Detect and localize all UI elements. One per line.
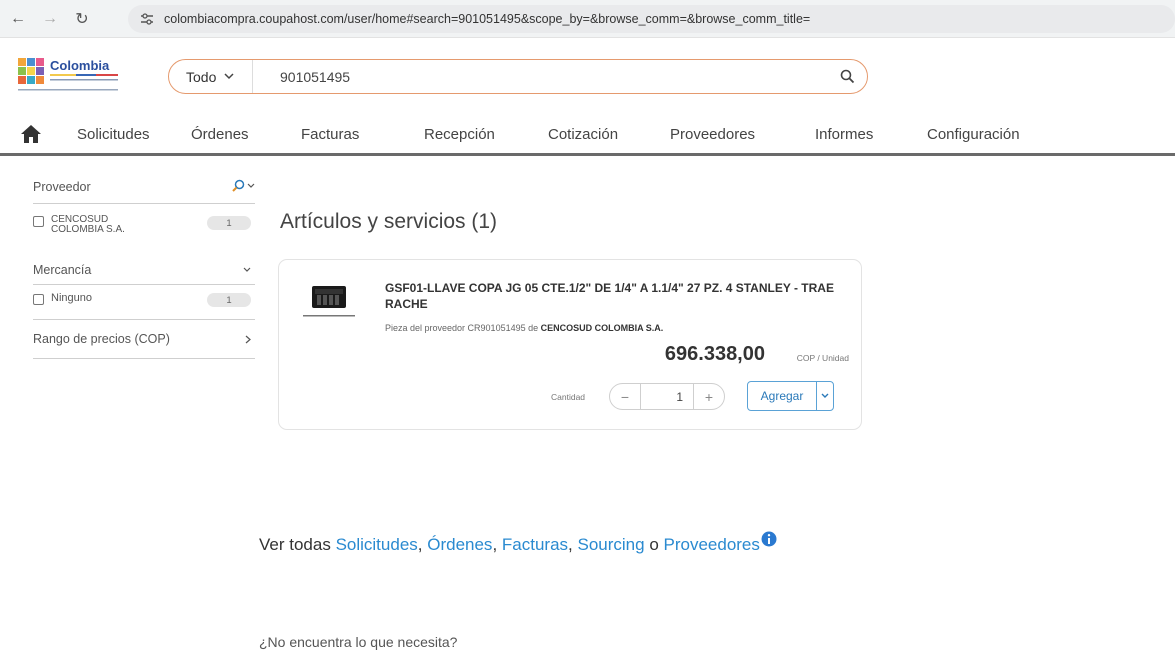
nav-solicitudes[interactable]: Solicitudes	[77, 126, 150, 143]
reload-icon[interactable]: ↻	[68, 5, 96, 33]
results-title: Artículos y servicios (1)	[280, 210, 498, 233]
commodity-filter-option[interactable]: Ninguno 1	[33, 285, 255, 319]
supplier-name: CENCOSUD COLOMBIA S.A.	[540, 323, 664, 333]
commodity-option-label: Ninguno	[51, 292, 92, 304]
nav-cotizacion[interactable]: Cotización	[548, 126, 618, 143]
search-icon[interactable]	[232, 179, 245, 192]
link-sourcing[interactable]: Sourcing	[577, 535, 644, 554]
quantity-label: Cantidad	[551, 392, 586, 402]
see-all-links: Ver todas Solicitudes, Órdenes, Facturas…	[259, 531, 777, 555]
product-image[interactable]	[299, 282, 359, 322]
colombia-compra-logo[interactable]: Colombia	[18, 56, 166, 98]
price-unit: COP / Unidad	[796, 353, 849, 363]
site-settings-icon[interactable]	[138, 10, 156, 28]
supplier-part-text: Pieza del proveedor CR901051495 de	[385, 323, 541, 333]
nav-proveedores[interactable]: Proveedores	[670, 126, 755, 143]
price-range-facet-header[interactable]: Rango de precios (COP)	[33, 319, 255, 359]
commodity-facet-title: Mercancía	[33, 262, 92, 277]
quantity-input[interactable]: 1	[640, 384, 694, 409]
see-all-prefix: Ver todas	[259, 535, 336, 554]
chevron-right-icon	[245, 335, 251, 344]
quantity-stepper: − 1 +	[609, 383, 725, 410]
search-input[interactable]	[253, 60, 827, 93]
main-navigation: Solicitudes Órdenes Facturas Recepción C…	[0, 116, 1175, 156]
browser-toolbar: ← → ↻ colombiacompra.coupahost.com/user/…	[0, 0, 1175, 38]
search-scope-select[interactable]: Todo	[169, 60, 253, 93]
search-scope-label: Todo	[186, 68, 217, 85]
decrement-button[interactable]: −	[610, 384, 640, 409]
app-header: Colombia Todo	[0, 38, 1175, 116]
global-search: Todo	[168, 59, 868, 94]
search-icon[interactable]	[827, 60, 867, 93]
product-card: GSF01-LLAVE COPA JG 05 CTE.1/2" DE 1/4" …	[278, 259, 862, 430]
link-proveedores[interactable]: Proveedores	[664, 535, 760, 554]
filter-sidebar: Proveedor CENCOSUD COLOMBIA S.A. 1 Merca…	[33, 170, 255, 359]
nav-recepcion[interactable]: Recepción	[424, 126, 495, 143]
supplier-filter-option[interactable]: CENCOSUD COLOMBIA S.A. 1	[33, 204, 255, 251]
nav-informes[interactable]: Informes	[815, 126, 873, 143]
commodity-checkbox[interactable]	[33, 294, 44, 305]
back-icon[interactable]: ←	[4, 5, 32, 33]
supplier-checkbox[interactable]	[33, 216, 44, 227]
separator: ,	[492, 535, 502, 554]
add-to-cart-button[interactable]: Agregar	[747, 381, 817, 411]
forward-icon[interactable]: →	[36, 5, 64, 33]
help-text: ¿No encuentra lo que necesita?	[259, 634, 458, 650]
supplier-facet-title: Proveedor	[33, 179, 91, 194]
product-price: 696.338,00	[664, 343, 765, 365]
supplier-count-badge: 1	[207, 216, 251, 230]
chevron-down-icon	[224, 73, 234, 80]
supplier-facet-header[interactable]: Proveedor	[33, 170, 255, 204]
nav-facturas[interactable]: Facturas	[301, 126, 359, 143]
or-text: o	[644, 535, 664, 554]
logo-text: Colombia	[50, 58, 110, 73]
address-bar[interactable]: colombiacompra.coupahost.com/user/home#s…	[128, 5, 1175, 33]
link-ordenes[interactable]: Órdenes	[427, 535, 492, 554]
nav-ordenes[interactable]: Órdenes	[191, 126, 249, 143]
nav-configuracion[interactable]: Configuración	[927, 126, 1020, 143]
home-icon[interactable]	[20, 124, 44, 146]
commodity-count-badge: 1	[207, 293, 251, 307]
chevron-down-icon	[243, 267, 251, 272]
commodity-facet-header[interactable]: Mercancía	[33, 255, 255, 285]
link-facturas[interactable]: Facturas	[502, 535, 568, 554]
add-options-dropdown[interactable]	[816, 381, 834, 411]
link-solicitudes[interactable]: Solicitudes	[336, 535, 418, 554]
supplier-option-label: CENCOSUD COLOMBIA S.A.	[51, 214, 125, 235]
price-range-title: Rango de precios (COP)	[33, 332, 170, 346]
separator: ,	[417, 535, 428, 554]
url-text: colombiacompra.coupahost.com/user/home#s…	[164, 12, 811, 26]
increment-button[interactable]: +	[694, 384, 724, 409]
supplier-part-info: Pieza del proveedor CR901051495 de CENCO…	[385, 323, 663, 333]
info-icon[interactable]	[761, 531, 777, 547]
chevron-down-icon[interactable]	[247, 183, 255, 189]
chevron-down-icon	[821, 393, 829, 398]
product-title[interactable]: GSF01-LLAVE COPA JG 05 CTE.1/2" DE 1/4" …	[385, 280, 835, 312]
